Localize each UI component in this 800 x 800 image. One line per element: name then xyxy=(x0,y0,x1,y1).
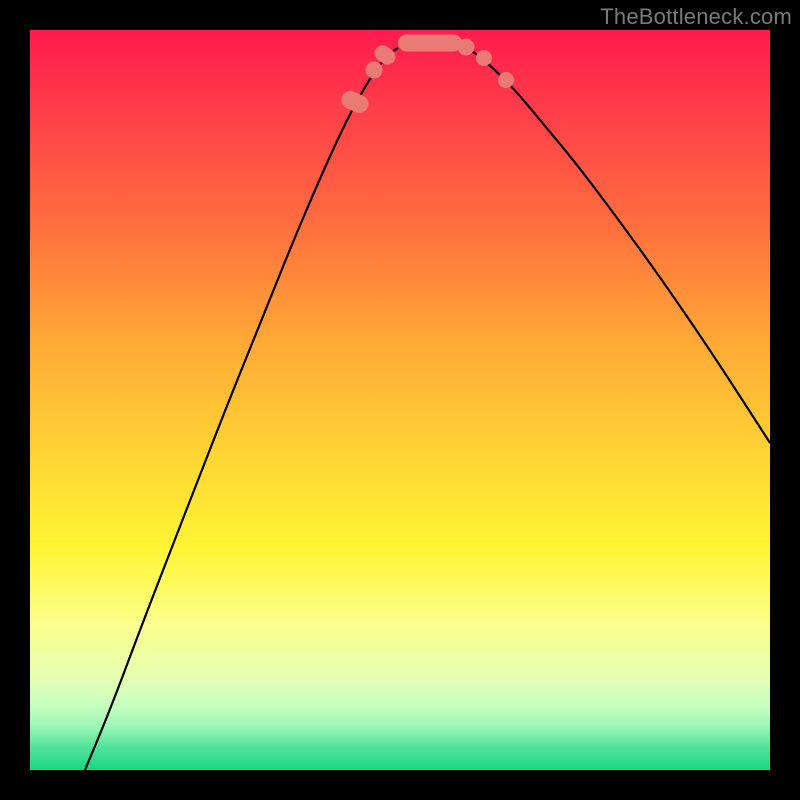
curve-marker xyxy=(366,62,383,79)
curve-marker xyxy=(498,72,514,88)
chart-frame xyxy=(30,30,770,770)
curve-markers-group xyxy=(339,35,514,116)
curve-right-line xyxy=(468,48,770,443)
watermark-text: TheBottleneck.com xyxy=(600,4,792,30)
curve-marker xyxy=(398,35,462,52)
curve-left-line xyxy=(85,48,398,770)
chart-svg xyxy=(30,30,770,770)
curve-marker xyxy=(476,50,492,66)
curve-marker xyxy=(339,88,372,116)
curve-marker xyxy=(458,39,475,56)
